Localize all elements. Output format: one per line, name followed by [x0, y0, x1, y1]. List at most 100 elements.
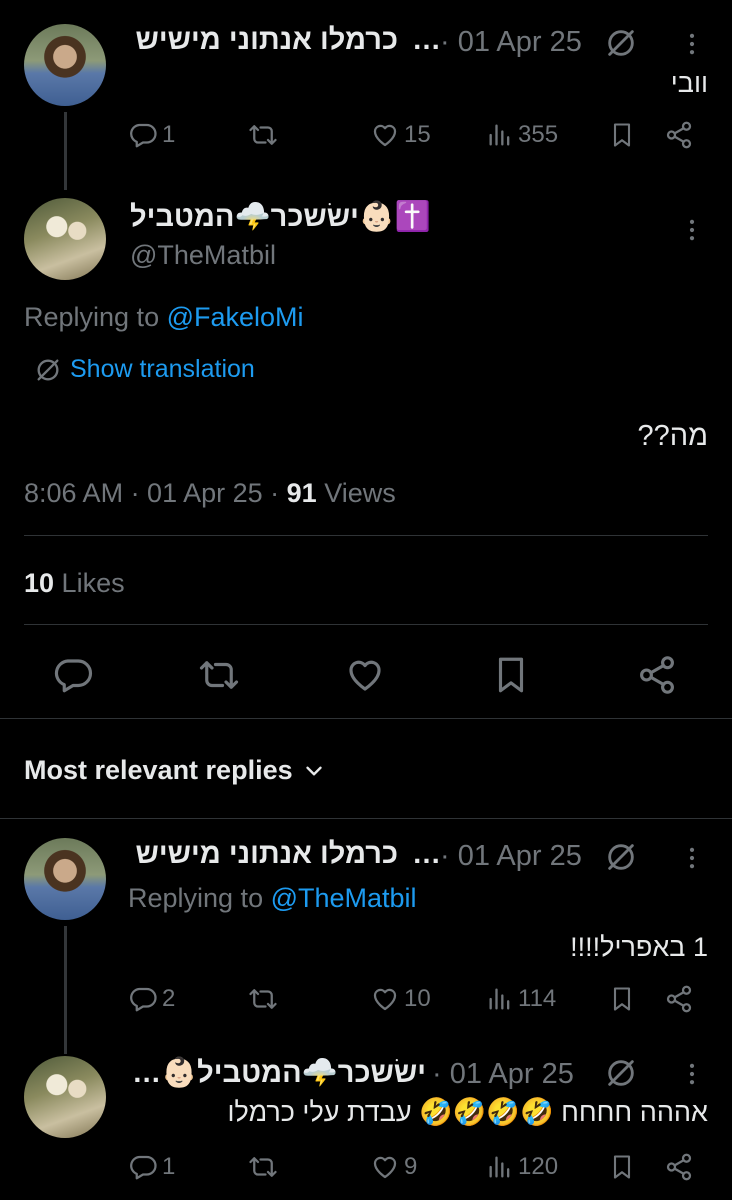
- thread-line: [64, 112, 67, 190]
- views-button[interactable]: 120: [486, 1152, 558, 1182]
- likes-label: Likes: [54, 568, 125, 598]
- retweet-icon: [248, 120, 278, 150]
- translate-icon: [604, 1056, 638, 1095]
- replying-prefix: Replying to: [24, 302, 167, 332]
- bookmark-button[interactable]: [608, 1152, 636, 1182]
- share-icon: [664, 120, 694, 150]
- chevron-down-icon: [301, 758, 327, 784]
- tweet-text: 1 באפריל!!!!: [570, 932, 708, 962]
- retweet-icon: [248, 1152, 278, 1182]
- bookmark-button[interactable]: [608, 984, 636, 1014]
- views-icon: [486, 120, 514, 150]
- share-button[interactable]: [664, 984, 694, 1014]
- reply-button[interactable]: [52, 654, 94, 696]
- author-name[interactable]: כרמלו אנתוני מישיש: [136, 24, 398, 57]
- translate-icon: [604, 26, 638, 65]
- avatar[interactable]: [24, 838, 106, 920]
- tweet-date: · 01 Apr 25: [440, 26, 582, 58]
- divider: [24, 624, 708, 625]
- translate-icon: [34, 356, 62, 384]
- more-icon[interactable]: [678, 842, 706, 879]
- retweet-button[interactable]: [248, 1152, 278, 1182]
- divider: [0, 818, 732, 819]
- show-translation-button[interactable]: Show translation: [34, 355, 255, 384]
- more-icon[interactable]: [678, 1058, 706, 1095]
- reply-count: 2: [162, 985, 176, 1012]
- show-translation-label: Show translation: [70, 355, 255, 383]
- views-label: Views: [316, 478, 396, 508]
- reply-icon: [128, 1152, 158, 1182]
- share-button[interactable]: [664, 1152, 694, 1182]
- replying-to: Replying to @TheMatbil: [128, 883, 417, 914]
- translate-icon: [604, 840, 638, 879]
- views-icon: [486, 984, 514, 1014]
- views-button[interactable]: 355: [486, 120, 558, 150]
- like-button[interactable]: 15: [370, 120, 431, 150]
- author-ellipsis: …: [412, 24, 441, 56]
- sort-replies-dropdown[interactable]: Most relevant replies: [24, 755, 327, 786]
- like-count: 9: [404, 1153, 418, 1180]
- divider: [0, 718, 732, 719]
- divider: [24, 535, 708, 536]
- reply-button[interactable]: 1: [128, 1152, 175, 1182]
- bookmark-button[interactable]: [490, 654, 532, 696]
- tweet-date: · 01 Apr 25: [432, 1058, 574, 1090]
- heart-icon: [370, 984, 400, 1014]
- time-date: 8:06 AM · 01 Apr 25 ·: [24, 478, 287, 508]
- retweet-button[interactable]: [248, 120, 278, 150]
- bookmark-icon: [608, 1152, 636, 1182]
- thread-line: [64, 926, 67, 1054]
- views-count: 120: [518, 1153, 559, 1180]
- author-handle[interactable]: @TheMatbil: [130, 240, 276, 271]
- like-button[interactable]: [344, 654, 386, 696]
- bookmark-button[interactable]: [608, 120, 636, 150]
- author-name[interactable]: ישׂשכר🌩️המטביל👶🏻…: [132, 1056, 426, 1090]
- reply-button[interactable]: 1: [128, 120, 175, 150]
- share-icon: [664, 1152, 694, 1182]
- like-button[interactable]: 9: [370, 1152, 417, 1182]
- tweet-text: וובי: [670, 68, 708, 98]
- bookmark-icon: [490, 654, 532, 696]
- likes-count: 10: [24, 568, 55, 598]
- replying-handle[interactable]: @FakeloMi: [167, 302, 304, 332]
- reply-button[interactable]: 2: [128, 984, 175, 1014]
- share-icon: [664, 984, 694, 1014]
- avatar[interactable]: [24, 1056, 106, 1138]
- heart-icon: [344, 654, 386, 696]
- like-count: 10: [404, 985, 431, 1012]
- bookmark-icon: [608, 984, 636, 1014]
- like-count: 15: [404, 121, 431, 148]
- replying-to: Replying to @FakeloMi: [24, 302, 304, 333]
- replying-handle[interactable]: @TheMatbil: [271, 883, 417, 913]
- retweet-button[interactable]: [198, 654, 240, 696]
- share-button[interactable]: [664, 120, 694, 150]
- avatar[interactable]: [24, 198, 106, 280]
- heart-icon: [370, 120, 400, 150]
- reply-count: 1: [162, 121, 176, 148]
- views-icon: [486, 1152, 514, 1182]
- author-name[interactable]: כרמלו אנתוני מישיש: [136, 838, 398, 871]
- share-icon: [636, 654, 678, 696]
- likes-summary[interactable]: 10 Likes: [24, 568, 125, 599]
- avatar[interactable]: [24, 24, 106, 106]
- views-count: 114: [518, 985, 557, 1012]
- reply-count: 1: [162, 1153, 176, 1180]
- retweet-icon: [198, 654, 240, 696]
- retweet-icon: [248, 984, 278, 1014]
- tweet-text: אההה חחחח 🤣🤣🤣🤣 עבדת עלי כרמלו: [227, 1097, 708, 1127]
- views-count: 91: [286, 478, 317, 508]
- share-button[interactable]: [636, 654, 678, 696]
- views-count: 355: [518, 121, 559, 148]
- sort-label: Most relevant replies: [24, 755, 293, 785]
- more-icon[interactable]: [678, 214, 706, 251]
- heart-icon: [370, 1152, 400, 1182]
- like-button[interactable]: 10: [370, 984, 431, 1014]
- more-icon[interactable]: [678, 28, 706, 65]
- views-button[interactable]: 114: [486, 984, 556, 1014]
- tweet-text: מה??: [637, 420, 708, 452]
- retweet-button[interactable]: [248, 984, 278, 1014]
- author-name[interactable]: ישׂשכר🌩️המטביל👶🏻✝️: [130, 200, 431, 234]
- reply-icon: [128, 120, 158, 150]
- reply-icon: [52, 654, 94, 696]
- bookmark-icon: [608, 120, 636, 150]
